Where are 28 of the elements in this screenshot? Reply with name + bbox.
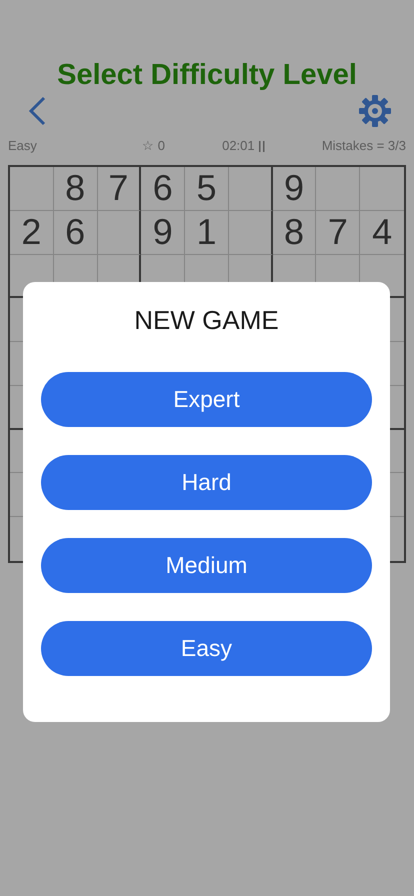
grid-cell[interactable]: 5 (185, 167, 229, 211)
dialog-title: NEW GAME (133, 304, 280, 336)
score-text: ☆ 0 (142, 137, 165, 156)
grid-cell[interactable] (228, 167, 273, 211)
grid-cell[interactable]: 9 (272, 167, 316, 211)
difficulty-button[interactable]: Hard (41, 455, 372, 510)
back-icon[interactable] (28, 96, 46, 126)
difficulty-button[interactable]: Easy (41, 621, 372, 676)
grid-cell[interactable] (98, 210, 142, 255)
grid-cell[interactable]: 9 (141, 210, 186, 255)
difficulty-button[interactable]: Expert (41, 372, 372, 427)
grid-cell[interactable] (228, 210, 273, 255)
settings-icon[interactable] (358, 94, 392, 128)
difficulty-label: Easy (8, 137, 37, 156)
mistakes-counter: Mistakes = 3/3 (322, 137, 406, 156)
page-title: Select Difficulty Level (56, 58, 358, 93)
grid-cell[interactable]: 7 (316, 210, 360, 255)
grid-cell[interactable]: 4 (360, 210, 404, 255)
grid-cell[interactable]: 8 (54, 167, 98, 211)
grid-cell[interactable]: 1 (185, 210, 229, 255)
grid-cell[interactable]: 2 (10, 210, 54, 255)
difficulty-button[interactable]: Medium (41, 538, 372, 593)
pause-icon[interactable] (258, 140, 265, 152)
grid-cell[interactable]: 6 (141, 167, 186, 211)
timer-text: 02:01 (222, 137, 255, 156)
grid-cell[interactable]: 8 (272, 210, 316, 255)
grid-cell[interactable]: 6 (54, 210, 98, 255)
grid-cell[interactable]: 7 (98, 167, 142, 211)
